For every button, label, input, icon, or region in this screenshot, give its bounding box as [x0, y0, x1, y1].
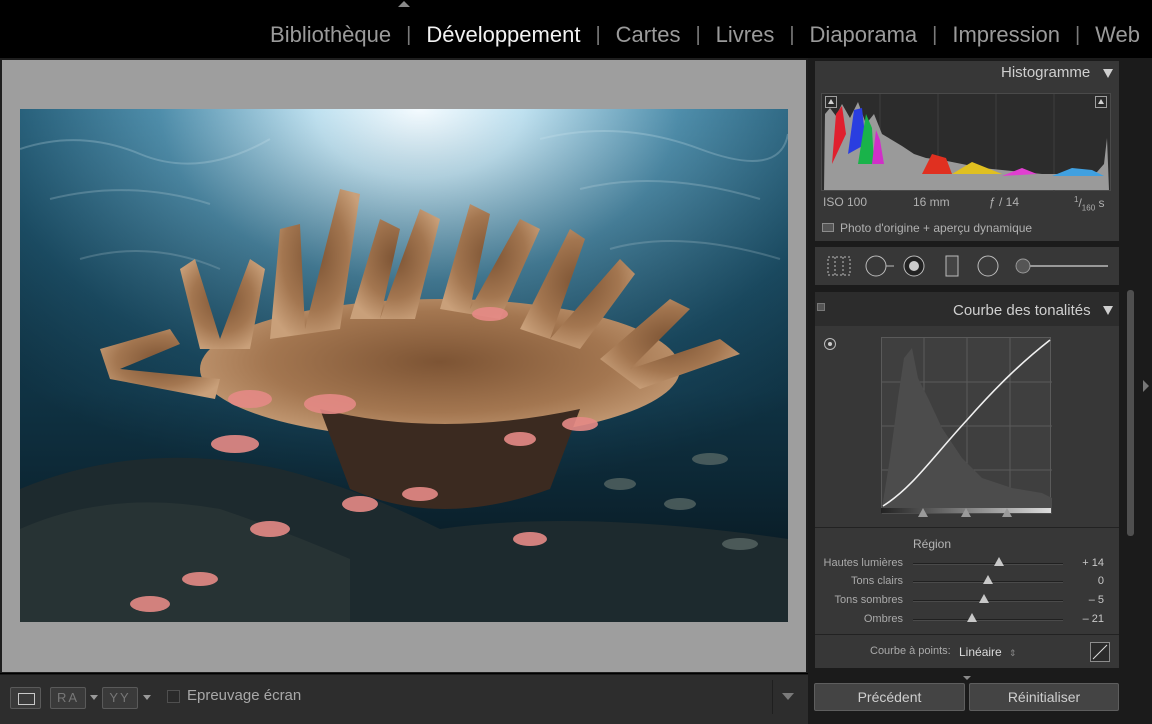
chevron-down-icon[interactable]: [90, 695, 98, 700]
region-label: Région: [913, 537, 952, 551]
before-after-split-button[interactable]: YY: [102, 687, 138, 709]
focal-length-readout: 16 mm: [913, 195, 950, 209]
previous-button[interactable]: Précédent: [814, 683, 965, 711]
module-slideshow[interactable]: Diaporama: [810, 22, 918, 48]
photo-image: [20, 109, 788, 622]
module-library[interactable]: Bibliothèque: [270, 22, 391, 48]
histogram-graph: [824, 94, 1109, 192]
shutter-numerator: 1: [1074, 195, 1079, 204]
updown-arrows-icon: ⇕: [1009, 648, 1017, 658]
module-map[interactable]: Cartes: [616, 22, 681, 48]
divider: [815, 527, 1119, 528]
darks-value[interactable]: – 5: [1089, 594, 1104, 606]
module-separator: |: [406, 23, 412, 46]
module-web[interactable]: Web: [1095, 22, 1140, 48]
module-separator: |: [595, 23, 601, 46]
module-book[interactable]: Livres: [716, 22, 775, 48]
preview-status: Photo d'origine + aperçu dynamique: [840, 221, 1033, 235]
red-eye-icon[interactable]: [902, 255, 926, 277]
shadows-value[interactable]: – 21: [1083, 613, 1104, 625]
lights-slider-thumb[interactable]: [983, 575, 993, 584]
module-separator: |: [695, 23, 701, 46]
lights-label: Tons clairs: [851, 575, 903, 587]
region-row-shadows: Ombres – 21: [816, 612, 1116, 630]
region-row-lights: Tons clairs 0: [816, 574, 1116, 592]
region-row-darks: Tons sombres – 5: [816, 593, 1116, 611]
edit-point-curve-icon[interactable]: [1090, 642, 1110, 662]
histogram-chart[interactable]: [821, 93, 1111, 192]
iso-readout: ISO 100: [823, 195, 868, 209]
before-after-button[interactable]: RA: [50, 687, 86, 709]
radial-filter-icon[interactable]: [976, 255, 1000, 277]
softproof-checkbox[interactable]: [167, 690, 180, 703]
module-picker: Bibliothèque | Développement | Cartes | …: [0, 0, 1152, 58]
panel-scrollbar[interactable]: [1127, 290, 1134, 536]
crop-overlay-icon[interactable]: [826, 255, 852, 277]
chevron-down-icon[interactable]: [143, 695, 151, 700]
darks-slider-thumb[interactable]: [979, 594, 990, 603]
aperture-readout: ƒ / 14: [989, 195, 1020, 209]
highlights-slider-thumb[interactable]: [993, 557, 1004, 566]
reset-button[interactable]: Réinitialiser: [969, 683, 1119, 711]
module-separator: |: [1074, 23, 1081, 46]
lights-value[interactable]: 0: [1098, 575, 1104, 587]
divider: [815, 634, 1119, 635]
collapse-triangle-icon[interactable]: [1103, 306, 1113, 315]
highlights-slider-track[interactable]: [913, 563, 1063, 565]
point-curve-label: Courbe à points:: [870, 645, 951, 657]
region-row-highlights: Hautes lumières + 14: [816, 556, 1116, 574]
highlights-value[interactable]: + 14: [1082, 557, 1104, 569]
module-list: Bibliothèque | Développement | Cartes | …: [270, 22, 1140, 48]
split-point-shadows[interactable]: [918, 508, 928, 517]
point-curve-select[interactable]: Linéaire ⇕: [959, 645, 1017, 659]
targeted-adjustment-icon[interactable]: [823, 337, 837, 351]
tone-curve-title[interactable]: Courbe des tonalités: [953, 302, 1091, 319]
shutter-denominator: 160: [1081, 203, 1096, 213]
shadows-slider-track[interactable]: [913, 619, 1063, 621]
panel-toggle-switch[interactable]: [817, 303, 825, 311]
collapse-indicator-icon[interactable]: [963, 676, 971, 680]
underwater-coral-photo[interactable]: [20, 109, 788, 622]
collapse-top-panel-icon[interactable]: [398, 1, 410, 7]
module-print[interactable]: Impression: [952, 22, 1060, 48]
spot-removal-icon[interactable]: [864, 255, 896, 277]
toolbar-divider: [772, 680, 773, 714]
toolbar-menu-icon[interactable]: [782, 693, 794, 700]
bottom-toolbar: RA YY: [0, 674, 808, 724]
split-point-midtones[interactable]: [961, 508, 971, 517]
shutter-unit: s: [1098, 196, 1105, 210]
tone-curve-graph[interactable]: [881, 337, 1052, 514]
highlights-label: Hautes lumières: [823, 557, 903, 569]
shadows-slider-thumb[interactable]: [967, 613, 978, 622]
point-curve-value: Linéaire: [959, 645, 1002, 659]
graduated-filter-icon[interactable]: [944, 255, 960, 277]
darks-label: Tons sombres: [834, 594, 903, 606]
preview-icon: [822, 223, 834, 232]
softproof-label: Epreuvage écran: [187, 687, 302, 704]
module-develop[interactable]: Développement: [426, 22, 580, 48]
histogram-title[interactable]: Histogramme: [1001, 64, 1090, 81]
shadow-clipping-icon[interactable]: [825, 96, 837, 108]
collapse-triangle-icon[interactable]: [1103, 69, 1113, 78]
shadows-label: Ombres: [863, 613, 903, 625]
split-point-highlights[interactable]: [1002, 508, 1012, 517]
highlight-clipping-icon[interactable]: [1095, 96, 1107, 108]
tone-curve-plot: [882, 338, 1052, 514]
expand-right-panel-icon[interactable]: [1143, 380, 1149, 392]
module-separator: |: [932, 23, 938, 46]
module-separator: |: [789, 23, 795, 46]
loupe-view-button[interactable]: [10, 687, 41, 709]
shutter-readout: 1/160 s: [1074, 195, 1105, 213]
adjustment-brush-icon[interactable]: [1014, 255, 1110, 277]
